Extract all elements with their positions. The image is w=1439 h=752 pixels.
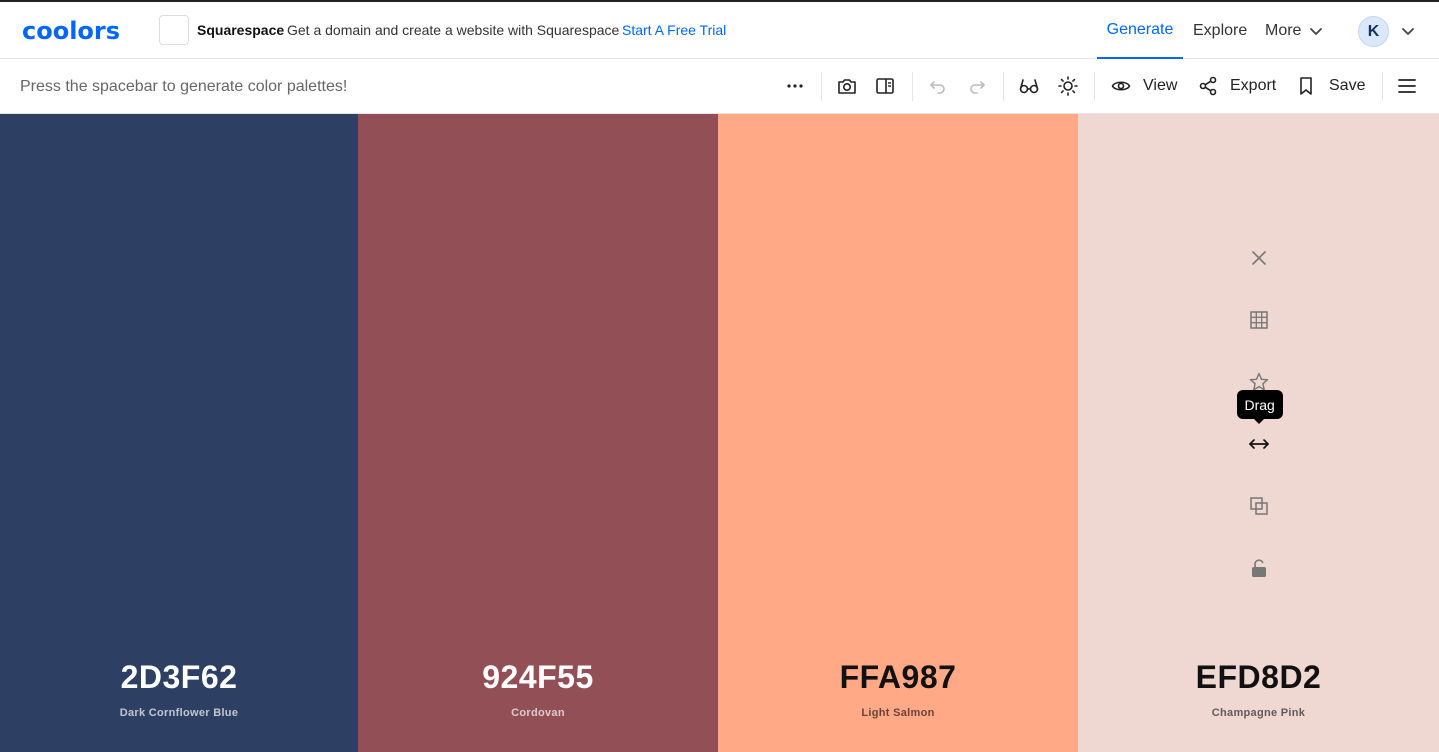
menu-icon[interactable]	[1396, 75, 1418, 97]
toolbar-divider	[1003, 72, 1004, 101]
nav-more-label: More	[1265, 22, 1302, 39]
drag-tooltip: Drag	[1236, 390, 1283, 424]
sidebar-icon[interactable]	[874, 75, 896, 97]
avatar-initial: K	[1367, 22, 1380, 40]
color-name[interactable]: Dark Cornflower Blue	[0, 707, 358, 719]
export-button[interactable]: Export	[1230, 77, 1276, 95]
nav-explore[interactable]: Explore	[1193, 22, 1247, 40]
nav-generate-label: Generate	[1106, 20, 1174, 38]
coolors-logo[interactable]: coolors	[22, 18, 134, 44]
color-swatch[interactable]: 924F55 Cordovan	[358, 114, 718, 752]
ad-text: Get a domain and create a website with S…	[287, 22, 620, 38]
color-name[interactable]: Light Salmon	[718, 707, 1078, 719]
toolbar-hint: Press the spacebar to generate color pal…	[20, 78, 348, 95]
toolbar-divider	[912, 72, 913, 101]
toolbar-divider	[821, 72, 822, 101]
glasses-icon[interactable]	[1018, 75, 1040, 97]
undo-icon[interactable]	[927, 75, 949, 97]
unlock-icon[interactable]	[1248, 557, 1270, 579]
grid-icon[interactable]	[1248, 309, 1270, 331]
chevron-down-icon	[1310, 28, 1323, 35]
more-icon[interactable]	[784, 75, 806, 97]
sun-icon[interactable]	[1057, 75, 1079, 97]
save-button[interactable]: Save	[1329, 77, 1365, 95]
camera-icon[interactable]	[836, 75, 858, 97]
top-navigation-bar: coolors Squarespace Get a domain and cre…	[0, 0, 1439, 59]
toolbar-divider	[1094, 72, 1095, 101]
ad-cta-link[interactable]: Start A Free Trial	[622, 22, 726, 38]
ad-brand: Squarespace	[197, 22, 285, 38]
drag-icon[interactable]	[1248, 433, 1270, 455]
chevron-down-icon[interactable]	[1401, 24, 1415, 38]
view-button[interactable]: View	[1143, 77, 1177, 95]
eye-icon[interactable]	[1110, 75, 1132, 97]
color-name[interactable]: Cordovan	[358, 707, 718, 719]
color-swatch[interactable]: FFA987 Light Salmon	[718, 114, 1078, 752]
color-swatch[interactable]: 2D3F62 Dark Cornflower Blue	[0, 114, 358, 752]
color-name[interactable]: Champagne Pink	[1078, 707, 1439, 719]
squarespace-logo-box	[159, 15, 189, 45]
palette-toolbar: Press the spacebar to generate color pal…	[0, 59, 1439, 114]
close-icon[interactable]	[1248, 247, 1270, 269]
bookmark-icon[interactable]	[1295, 75, 1317, 97]
toolbar-divider	[1382, 72, 1383, 101]
hex-code[interactable]: EFD8D2	[1078, 659, 1439, 696]
copy-icon[interactable]	[1248, 495, 1270, 517]
hex-code[interactable]: 924F55	[358, 659, 718, 696]
color-swatch[interactable]: Drag EFD8D2 Champagne Pink	[1078, 114, 1439, 752]
avatar[interactable]: K	[1358, 16, 1389, 47]
svg-text:coolors: coolors	[22, 18, 120, 44]
tooltip-text: Drag	[1244, 396, 1275, 413]
hex-code[interactable]: FFA987	[718, 659, 1078, 696]
share-icon[interactable]	[1197, 75, 1219, 97]
hex-code[interactable]: 2D3F62	[0, 659, 358, 696]
palette: 2D3F62 Dark Cornflower Blue 924F55 Cordo…	[0, 114, 1439, 752]
nav-more[interactable]: More	[1265, 22, 1323, 40]
nav-generate[interactable]: Generate	[1097, 2, 1183, 59]
redo-icon[interactable]	[966, 75, 988, 97]
